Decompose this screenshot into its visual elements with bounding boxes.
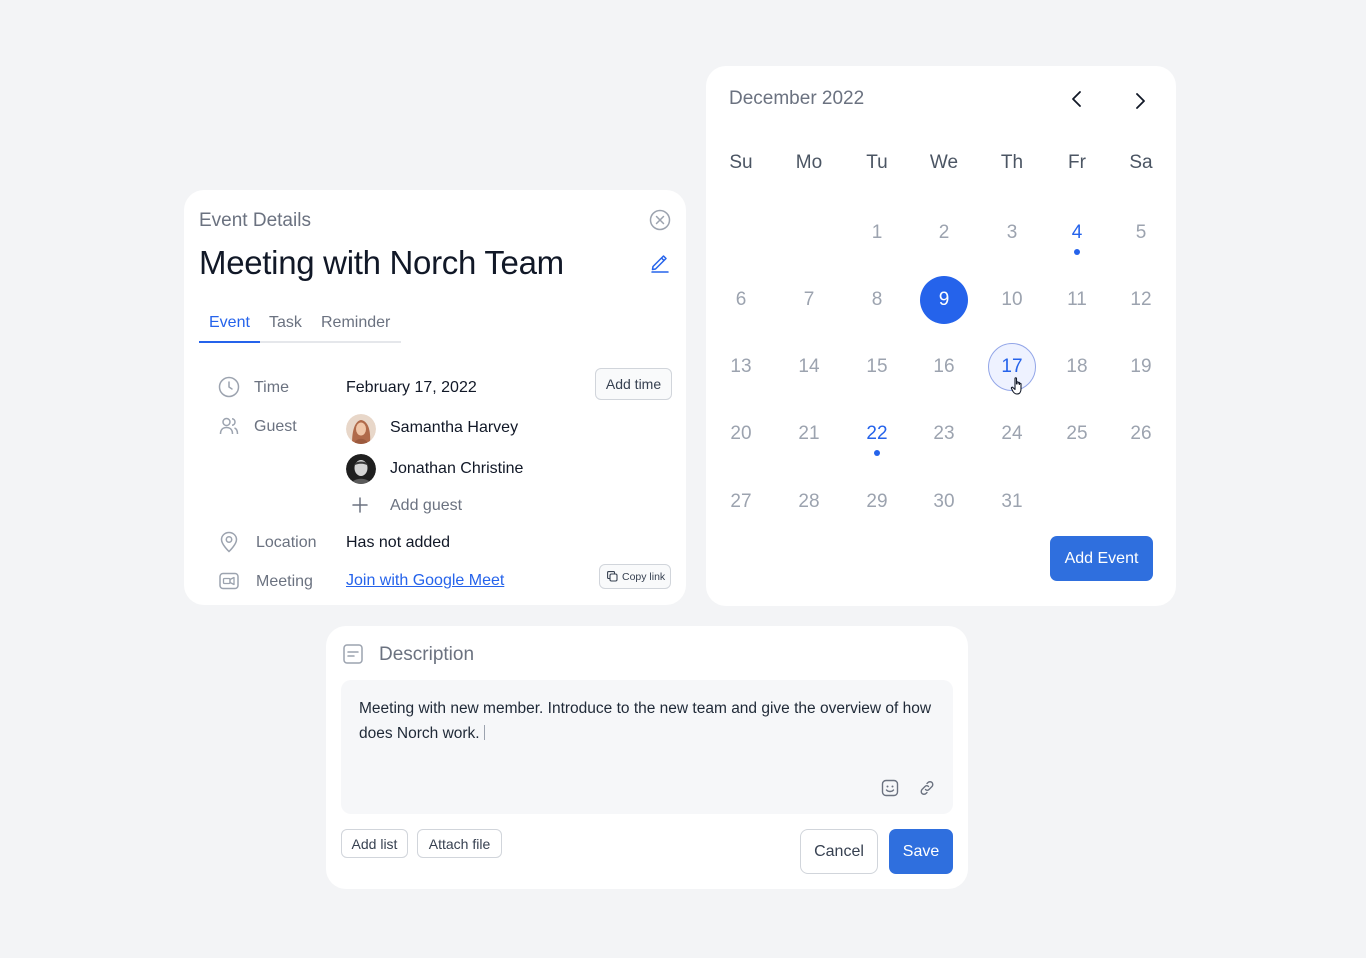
calendar-day[interactable]: 18 — [1053, 343, 1101, 391]
tab-task[interactable]: Task — [269, 314, 302, 343]
calendar-day[interactable]: 7 — [785, 276, 833, 324]
add-guest-button[interactable]: Add guest — [390, 497, 462, 515]
calendar-day[interactable]: 11 — [1053, 276, 1101, 324]
calendar-card: December 2022 Su Mo Tu We Th Fr Sa 1 2 3 4 5 6 7 8 9 10… — [706, 66, 1176, 606]
calendar-day[interactable]: 8 — [853, 276, 901, 324]
description-text[interactable]: Meeting with new member. Introduce to th… — [359, 696, 944, 746]
calendar-day[interactable]: 2 — [920, 209, 968, 257]
calendar-day[interactable]: 1 — [853, 209, 901, 257]
calendar-day[interactable]: 16 — [920, 343, 968, 391]
notes-icon — [343, 644, 363, 664]
calendar-day[interactable]: 29 — [853, 478, 901, 526]
avatar — [346, 454, 376, 484]
chevron-left-icon[interactable] — [1066, 88, 1088, 110]
add-time-button[interactable]: Add time — [595, 368, 672, 400]
description-textarea[interactable]: Meeting with new member. Introduce to th… — [341, 680, 953, 814]
calendar-day[interactable]: 19 — [1117, 343, 1165, 391]
time-label: Time — [254, 379, 289, 396]
location-value: Has not added — [346, 534, 451, 551]
tab-event[interactable]: Event — [199, 314, 260, 343]
weekday-label: Th — [1000, 152, 1024, 173]
weekday-label: Tu — [866, 152, 888, 173]
google-meet-link[interactable]: Join with Google Meet — [346, 572, 504, 590]
calendar-day[interactable]: 31 — [988, 478, 1036, 526]
guest-name: Jonathan Christine — [390, 460, 524, 477]
description-card: Description Meeting with new member. Int… — [326, 626, 968, 889]
description-text-content: Meeting with new member. Introduce to th… — [359, 700, 932, 742]
close-icon[interactable] — [649, 209, 671, 231]
calendar-day[interactable]: 15 — [853, 343, 901, 391]
weekday-label: Fr — [1068, 152, 1086, 173]
clock-icon — [218, 376, 240, 398]
calendar-day[interactable]: 14 — [785, 343, 833, 391]
calendar-day[interactable]: 20 — [717, 410, 765, 458]
copy-link-button[interactable]: Copy link — [599, 564, 671, 589]
calendar-day[interactable]: 6 — [717, 276, 765, 324]
calendar-day[interactable]: 27 — [717, 478, 765, 526]
description-label: Description — [379, 644, 475, 665]
time-value: February 17, 2022 — [346, 379, 477, 396]
event-details-label: Event Details — [199, 210, 311, 231]
weekday-label: Mo — [795, 152, 823, 173]
emoji-icon[interactable] — [880, 778, 900, 798]
users-icon — [219, 417, 239, 435]
guest-name: Samantha Harvey — [390, 419, 519, 436]
hand-cursor-icon — [1010, 377, 1022, 395]
weekday-label: Su — [729, 152, 753, 173]
tab-reminder[interactable]: Reminder — [321, 314, 390, 343]
location-pin-icon — [220, 531, 238, 553]
calendar-day[interactable]: 3 — [988, 209, 1036, 257]
plus-icon[interactable] — [350, 495, 370, 515]
link-icon[interactable] — [917, 778, 937, 798]
calendar-day[interactable]: 12 — [1117, 276, 1165, 324]
save-button[interactable]: Save — [889, 829, 953, 874]
calendar-day[interactable]: 24 — [988, 410, 1036, 458]
copy-icon — [607, 571, 618, 582]
calendar-day[interactable]: 10 — [988, 276, 1036, 324]
weekday-label: We — [929, 152, 959, 173]
add-list-button[interactable]: Add list — [341, 829, 408, 858]
copy-link-label: Copy link — [622, 570, 666, 583]
calendar-day[interactable]: 13 — [717, 343, 765, 391]
calendar-day[interactable]: 22 — [853, 410, 901, 458]
calendar-day[interactable]: 5 — [1117, 209, 1165, 257]
video-camera-icon — [219, 572, 239, 590]
calendar-day[interactable]: 28 — [785, 478, 833, 526]
chevron-right-icon[interactable] — [1129, 90, 1151, 112]
calendar-month-label: December 2022 — [729, 88, 865, 109]
location-label: Location — [256, 534, 317, 551]
calendar-day[interactable]: 30 — [920, 478, 968, 526]
attach-file-button[interactable]: Attach file — [417, 829, 502, 858]
guest-label: Guest — [254, 418, 297, 435]
calendar-day[interactable]: 25 — [1053, 410, 1101, 458]
event-details-card: Event Details Meeting with Norch Team Ev… — [184, 190, 686, 605]
add-event-button[interactable]: Add Event — [1050, 536, 1153, 581]
calendar-day[interactable]: 4 — [1053, 209, 1101, 257]
event-tabs: Event Task Reminder — [199, 314, 401, 343]
edit-icon[interactable] — [649, 251, 671, 273]
calendar-day[interactable]: 9 — [920, 276, 968, 324]
event-title: Meeting with Norch Team — [199, 244, 564, 281]
calendar-day[interactable]: 23 — [920, 410, 968, 458]
calendar-day[interactable]: 21 — [785, 410, 833, 458]
cancel-button[interactable]: Cancel — [800, 829, 878, 874]
avatar — [346, 414, 376, 444]
calendar-day[interactable]: 26 — [1117, 410, 1165, 458]
meeting-label: Meeting — [256, 573, 313, 590]
text-cursor — [483, 725, 485, 740]
weekday-label: Sa — [1129, 152, 1153, 173]
